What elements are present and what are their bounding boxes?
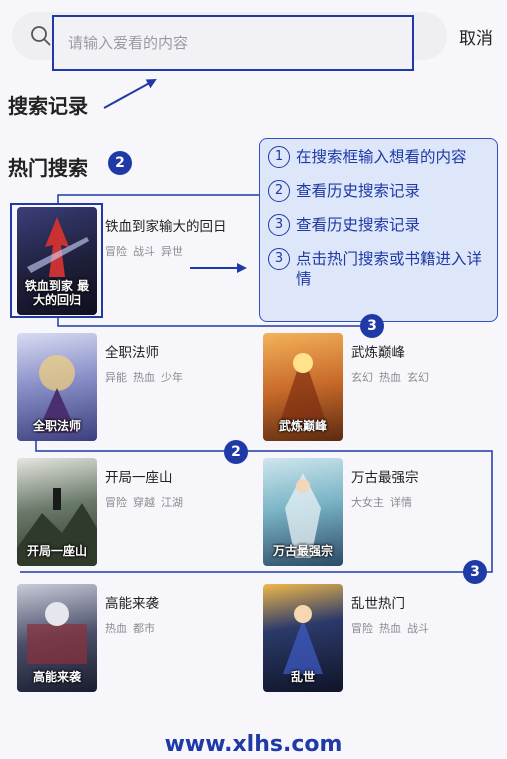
book-card[interactable]: 开局一座山 开局一座山 冒险 穿越 江湖 <box>17 458 257 568</box>
book-title: 开局一座山 <box>105 470 173 486</box>
book-tags: 冒险 穿越 江湖 <box>105 494 189 510</box>
book-card[interactable]: 乱世 乱世热门 冒险 热血 战斗 <box>263 584 503 694</box>
book-cover-title: 万古最强宗 <box>272 544 333 558</box>
step-badge-hot: 2 <box>108 151 132 175</box>
step-number: 3 <box>268 248 290 270</box>
callout-step: 1 在搜索框输入想看的内容 <box>268 146 491 168</box>
step-text: 查看历史搜索记录 <box>296 216 421 234</box>
step-text: 查看历史搜索记录 <box>296 182 421 200</box>
callout-step: 3 查看历史搜索记录 <box>268 214 491 236</box>
book-tag: 热血 <box>105 622 127 635</box>
book-tag: 穿越 <box>133 496 155 509</box>
book-tags: 异能 热血 少年 <box>105 369 189 385</box>
step-number: 2 <box>268 180 290 202</box>
book-card[interactable]: 高能来袭 高能来袭 热血 都市 <box>17 584 257 694</box>
search-bar[interactable] <box>12 12 447 71</box>
step-number: 1 <box>268 146 290 168</box>
step-text: 在搜索框输入想看的内容 <box>296 148 467 166</box>
book-tag: 异世 <box>161 245 183 258</box>
arrow-history <box>103 79 157 109</box>
book-tag: 玄幻 <box>351 371 373 384</box>
book-cover[interactable]: 开局一座山 <box>17 458 97 566</box>
book-cover-title: 武炼巅峰 <box>278 419 327 433</box>
cancel-button[interactable]: 取消 <box>459 22 503 50</box>
book-title: 铁血到家输大的回日 <box>105 219 227 235</box>
step-badge: 3 <box>360 314 384 338</box>
arrow-connector-1 <box>57 194 259 203</box>
step-badge: 3 <box>463 560 487 584</box>
book-tags: 冒险 热血 战斗 <box>351 620 435 636</box>
search-input[interactable] <box>52 15 414 71</box>
search-icon <box>31 26 51 46</box>
book-tag: 异能 <box>105 371 127 384</box>
search-history-title: 搜索记录 <box>8 94 88 118</box>
search-page: 取消 搜索记录 热门搜索 2 铁血到家 最大的回归 铁血到家输大的回日 冒险战斗… <box>0 0 507 759</box>
book-cover[interactable]: 全职法师 <box>17 333 97 441</box>
book-card[interactable]: 全职法师 全职法师 异能 热血 少年 <box>17 333 257 443</box>
book-title: 万古最强宗 <box>351 470 419 486</box>
book-cover-title: 开局一座山 <box>26 544 87 558</box>
book-tag: 少年 <box>161 371 183 384</box>
watermark: www.xlhs.com <box>164 732 343 757</box>
book-tag: 冒险 <box>351 622 373 635</box>
callout-step: 2 查看历史搜索记录 <box>268 180 491 202</box>
book-tags: 冒险 战斗 异世 <box>105 243 189 259</box>
callout-step: 3 点击热门搜索或书籍进入详情 <box>268 248 491 289</box>
book-tags: 玄幻 热血 玄幻 <box>351 369 435 385</box>
book-tag: 玄幻 <box>407 371 429 384</box>
book-tags: 热血 都市 <box>105 620 161 636</box>
book-title: 武炼巅峰 <box>351 345 405 361</box>
book-tag: 战斗 <box>133 245 155 258</box>
book-tags: 大女主 详情 <box>351 494 418 510</box>
book-tag: 详情 <box>390 496 412 509</box>
book-tag: 热血 <box>379 371 401 384</box>
book-cover[interactable]: 万古最强宗 <box>263 458 343 566</box>
book-card[interactable]: 万古最强宗 万古最强宗 大女主 详情 <box>263 458 503 568</box>
step-number: 3 <box>268 214 290 236</box>
book-cover[interactable]: 高能来袭 <box>17 584 97 692</box>
book-card[interactable]: 武炼巅峰 武炼巅峰 玄幻 热血 玄幻 <box>263 333 503 443</box>
book-cover-title: 乱世 <box>290 670 315 684</box>
book-tag: 冒险 <box>105 496 127 509</box>
tutorial-callout: 1 在搜索框输入想看的内容 2 查看历史搜索记录 3 查看历史搜索记录 3 点击… <box>259 138 498 322</box>
book-cover[interactable]: 武炼巅峰 <box>263 333 343 441</box>
book-tag: 战斗 <box>407 622 429 635</box>
book-title: 全职法师 <box>105 345 159 361</box>
book-title: 高能来袭 <box>105 596 159 612</box>
book-title: 乱世热门 <box>351 596 405 612</box>
book-tag: 大女主 <box>351 496 384 509</box>
book-tag: 都市 <box>133 622 155 635</box>
book-tag: 冒险 <box>105 245 127 258</box>
first-book-highlight <box>10 203 103 318</box>
step-text: 点击热门搜索或书籍进入详情 <box>296 250 483 288</box>
book-cover[interactable]: 乱世 <box>263 584 343 692</box>
book-tag: 热血 <box>379 622 401 635</box>
hot-search-title: 热门搜索 <box>8 156 88 180</box>
step-badge: 2 <box>224 440 248 464</box>
book-cover-title: 高能来袭 <box>32 670 81 684</box>
book-tag: 热血 <box>133 371 155 384</box>
book-tag: 江湖 <box>161 496 183 509</box>
book-cover-title: 全职法师 <box>32 419 81 433</box>
